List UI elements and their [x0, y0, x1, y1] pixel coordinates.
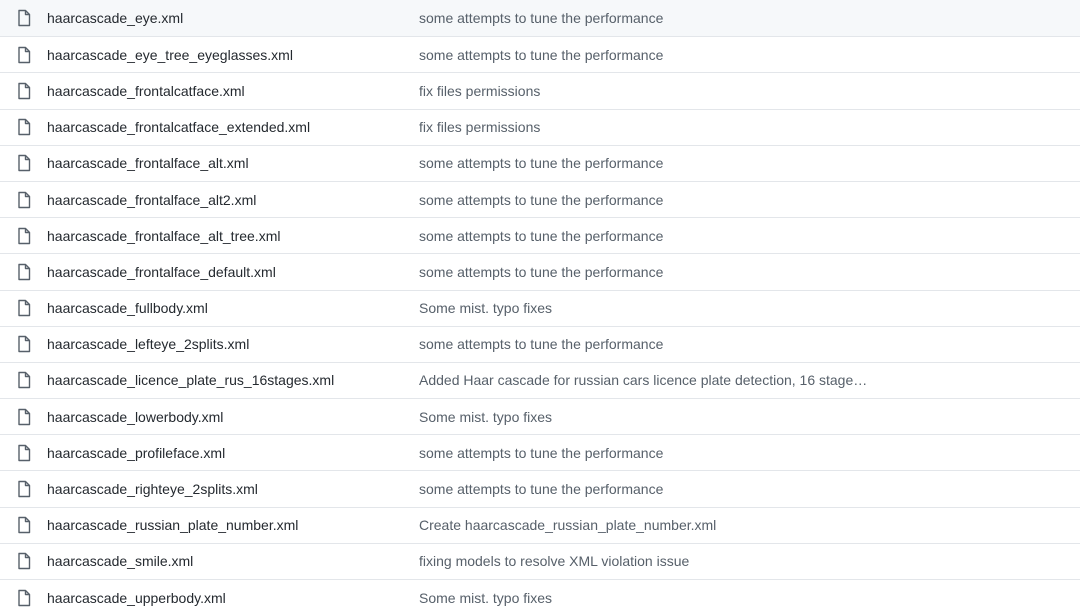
file-icon [16, 118, 32, 136]
file-row[interactable]: haarcascade_frontalface_alt.xml some att… [0, 144, 1080, 181]
file-row[interactable]: haarcascade_righteye_2splits.xml some at… [0, 470, 1080, 507]
file-icon [16, 263, 32, 281]
file-name-link[interactable]: haarcascade_frontalface_alt.xml [47, 155, 249, 171]
file-icon [16, 480, 32, 498]
commit-message-link[interactable]: some attempts to tune the performance [419, 264, 663, 280]
file-row[interactable]: haarcascade_frontalface_default.xml some… [0, 253, 1080, 290]
commit-message-link[interactable]: some attempts to tune the performance [419, 481, 663, 497]
file-icon [16, 516, 32, 534]
file-row[interactable]: haarcascade_frontalface_alt_tree.xml som… [0, 217, 1080, 254]
file-row[interactable]: haarcascade_frontalface_alt2.xml some at… [0, 180, 1080, 218]
commit-message-link[interactable]: Some mist. typo fixes [419, 590, 552, 606]
file-name-link[interactable]: haarcascade_frontalface_alt_tree.xml [47, 228, 280, 244]
file-icon [16, 552, 32, 570]
file-name-link[interactable]: haarcascade_lowerbody.xml [47, 409, 223, 425]
file-row[interactable]: haarcascade_profileface.xml some attempt… [0, 434, 1080, 471]
file-icon [16, 444, 32, 462]
file-name-link[interactable]: haarcascade_lefteye_2splits.xml [47, 336, 249, 352]
file-name-link[interactable]: haarcascade_frontalcatface_extended.xml [47, 119, 310, 135]
file-name-link[interactable]: haarcascade_eye.xml [47, 10, 183, 26]
commit-message-link[interactable]: some attempts to tune the performance [419, 445, 663, 461]
file-name-link[interactable]: haarcascade_licence_plate_rus_16stages.x… [47, 372, 334, 388]
file-icon [16, 371, 32, 389]
file-row[interactable]: haarcascade_eye_tree_eyeglasses.xml some… [0, 36, 1080, 73]
file-icon [16, 227, 32, 245]
file-icon [16, 82, 32, 100]
commit-message-link[interactable]: some attempts to tune the performance [419, 192, 663, 208]
commit-message-link[interactable]: fix files permissions [419, 119, 540, 135]
commit-message-link[interactable]: Create haarcascade_russian_plate_number.… [419, 517, 716, 533]
file-name-link[interactable]: haarcascade_righteye_2splits.xml [47, 481, 258, 497]
commit-message-link[interactable]: some attempts to tune the performance [419, 336, 663, 352]
file-name-link[interactable]: haarcascade_smile.xml [47, 553, 193, 569]
file-row[interactable]: haarcascade_lowerbody.xml Some mist. typ… [0, 398, 1080, 435]
file-row[interactable]: haarcascade_eye.xml some attempts to tun… [0, 0, 1080, 37]
file-row[interactable]: haarcascade_frontalcatface.xml fix files… [0, 72, 1080, 109]
commit-message-link[interactable]: Some mist. typo fixes [419, 300, 552, 316]
file-icon [16, 408, 32, 426]
file-name-link[interactable]: haarcascade_russian_plate_number.xml [47, 517, 298, 533]
commit-message-link[interactable]: some attempts to tune the performance [419, 47, 663, 63]
file-row[interactable]: haarcascade_lefteye_2splits.xml some att… [0, 325, 1080, 362]
commit-message-link[interactable]: fixing models to resolve XML violation i… [419, 553, 689, 569]
file-icon [16, 46, 32, 64]
commit-message-link[interactable]: Some mist. typo fixes [419, 409, 552, 425]
file-icon [16, 9, 32, 27]
file-name-link[interactable]: haarcascade_fullbody.xml [47, 300, 208, 316]
commit-message-link[interactable]: some attempts to tune the performance [419, 228, 663, 244]
file-row[interactable]: haarcascade_upperbody.xml Some mist. typ… [0, 579, 1080, 616]
file-icon [16, 191, 32, 209]
file-list: haarcascade_eye.xml some attempts to tun… [0, 0, 1080, 616]
file-row[interactable]: haarcascade_smile.xml fixing models to r… [0, 542, 1080, 579]
file-icon [16, 299, 32, 317]
file-name-link[interactable]: haarcascade_eye_tree_eyeglasses.xml [47, 47, 293, 63]
commit-message-link[interactable]: some attempts to tune the performance [419, 10, 663, 26]
file-name-link[interactable]: haarcascade_upperbody.xml [47, 590, 226, 606]
file-name-link[interactable]: haarcascade_frontalface_alt2.xml [47, 192, 256, 208]
file-icon [16, 335, 32, 353]
commit-message-link[interactable]: fix files permissions [419, 83, 540, 99]
commit-message-link[interactable]: Added Haar cascade for russian cars lice… [419, 372, 867, 388]
file-row[interactable]: haarcascade_fullbody.xml Some mist. typo… [0, 289, 1080, 326]
file-row[interactable]: haarcascade_licence_plate_rus_16stages.x… [0, 361, 1080, 399]
file-name-link[interactable]: haarcascade_frontalcatface.xml [47, 83, 245, 99]
file-icon [16, 154, 32, 172]
commit-message-link[interactable]: some attempts to tune the performance [419, 155, 663, 171]
file-name-link[interactable]: haarcascade_frontalface_default.xml [47, 264, 276, 280]
file-name-link[interactable]: haarcascade_profileface.xml [47, 445, 225, 461]
file-icon [16, 589, 32, 607]
file-row[interactable]: haarcascade_russian_plate_number.xml Cre… [0, 506, 1080, 543]
file-row[interactable]: haarcascade_frontalcatface_extended.xml … [0, 108, 1080, 145]
